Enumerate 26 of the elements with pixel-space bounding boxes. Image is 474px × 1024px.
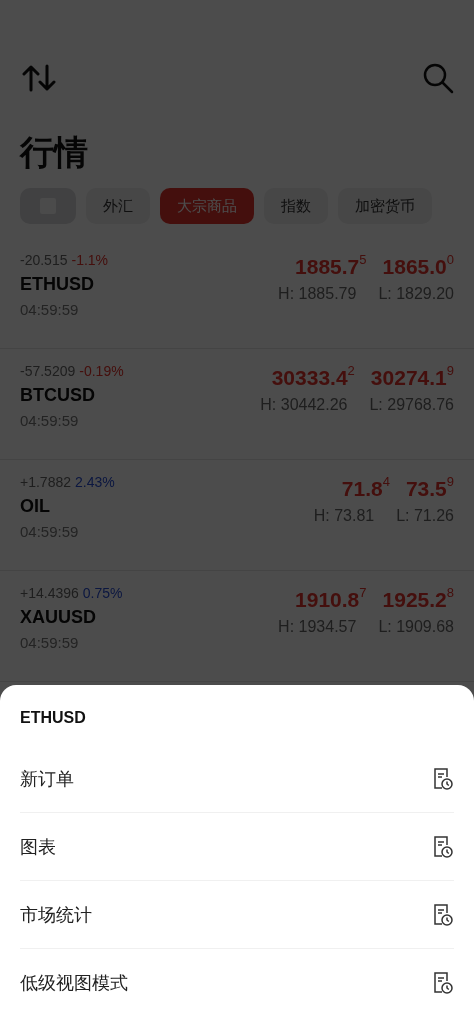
- change-percent: 2.43%: [75, 474, 115, 490]
- symbol-name: XAUUSD: [20, 607, 97, 628]
- menu-item[interactable]: 低级视图模式: [20, 949, 454, 1016]
- symbol-name: ETHUSD: [20, 274, 95, 295]
- sheet-title: ETHUSD: [20, 708, 87, 728]
- ask-price: 1925.2$^{8}$: [382, 585, 454, 612]
- bid-price: 30333.4$^{2}$: [271, 363, 355, 390]
- change-percent: -0.19%: [79, 363, 124, 379]
- bid-price: 71.8$^{4}$: [341, 474, 390, 501]
- document-clock-icon: [432, 834, 454, 859]
- menu-item[interactable]: 市场统计: [20, 881, 454, 949]
- change-percent: -1.1%: [71, 252, 109, 268]
- ask-price: 30274.1$^{9}$: [370, 363, 454, 390]
- ask-price: 73.5$^{9}$: [405, 474, 454, 501]
- symbol-name: OIL: [20, 496, 51, 517]
- bid-price: 1910.8$^{7}$: [295, 585, 367, 612]
- change-percent: 0.75%: [82, 585, 123, 601]
- ask-price: 1865.0$^{0}$: [382, 252, 454, 279]
- page-title: 行情: [20, 132, 89, 173]
- symbol-name: BTCUSD: [20, 385, 96, 406]
- document-clock-icon: [432, 766, 454, 791]
- document-clock-icon: [432, 902, 454, 927]
- menu-item[interactable]: 新订单: [20, 745, 454, 813]
- menu-item[interactable]: 图表: [20, 813, 454, 881]
- bid-price: 1885.7$^{5}$: [295, 252, 367, 279]
- document-clock-icon: [432, 970, 454, 995]
